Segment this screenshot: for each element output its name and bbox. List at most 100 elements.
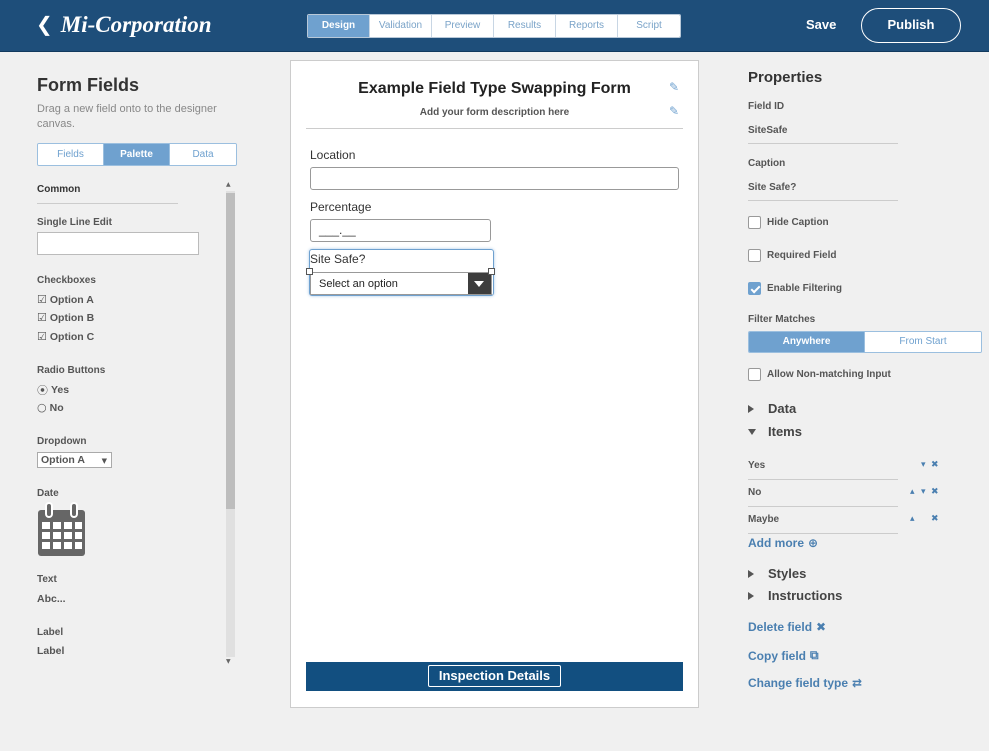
checked-box-icon: ☑ <box>37 293 47 306</box>
hide-caption-checkbox[interactable]: Hide Caption <box>748 216 829 229</box>
calendar-icon[interactable] <box>37 502 86 557</box>
delete-item-icon[interactable]: ✖ <box>931 487 939 497</box>
radio-selected-icon: ⦿ <box>37 384 48 397</box>
palette-label-label[interactable]: Label <box>37 627 63 638</box>
move-down-icon[interactable]: ▾ <box>921 460 926 470</box>
caption-label: Caption <box>748 158 786 169</box>
move-up-icon[interactable]: ▴ <box>910 487 915 497</box>
plus-circle-icon: ⊕ <box>808 536 819 550</box>
tab-script[interactable]: Script <box>618 15 680 37</box>
tab-reports[interactable]: Reports <box>556 15 618 37</box>
close-icon: ✖ <box>816 620 827 634</box>
chevron-left-icon: ❮ <box>36 12 53 36</box>
form-description[interactable]: Add your form description here <box>291 107 698 118</box>
scroll-up-icon[interactable]: ▲ <box>226 181 231 188</box>
palette-label-sample: Label <box>37 645 65 657</box>
edit-description-pencil-icon[interactable]: ✎ <box>669 104 679 118</box>
section-styles-toggle[interactable]: Styles <box>748 566 806 581</box>
inspection-details-button[interactable]: Inspection Details <box>428 665 561 687</box>
add-more-link[interactable]: Add more ⊕ <box>748 536 818 550</box>
enable-filtering-checkbox[interactable]: Enable Filtering <box>748 282 842 295</box>
panel-title: Form Fields <box>37 75 140 95</box>
filter-match-toggle: Anywhere From Start <box>748 331 982 353</box>
scroll-down-icon[interactable]: ▼ <box>226 658 231 665</box>
tab-validation[interactable]: Validation <box>370 15 432 37</box>
move-up-icon[interactable]: ▴ <box>910 514 915 524</box>
palette-single-line-field[interactable] <box>37 232 199 255</box>
list-item[interactable]: Maybe ▴ ✖ <box>748 514 943 528</box>
section-items-toggle[interactable]: Items <box>748 424 802 439</box>
delete-field-link[interactable]: Delete field ✖ <box>748 620 826 634</box>
allow-nonmatching-checkbox[interactable]: Allow Non-matching Input <box>748 368 891 381</box>
field-id-input[interactable]: SiteSafe <box>748 125 787 136</box>
required-field-checkbox[interactable]: Required Field <box>748 249 836 262</box>
section-data-toggle[interactable]: Data <box>748 401 796 416</box>
form-title[interactable]: Example Field Type Swapping Form <box>291 80 698 98</box>
site-safe-dropdown[interactable]: Select an option <box>310 272 492 295</box>
checkbox-box[interactable] <box>748 216 761 229</box>
tab-preview[interactable]: Preview <box>432 15 494 37</box>
properties-panel: Properties Field ID SiteSafe Caption Sit… <box>748 53 989 751</box>
palette-radio-option[interactable]: ○ No <box>37 401 64 414</box>
caret-right-icon <box>748 591 754 600</box>
swap-arrows-icon: ⇄ <box>852 676 863 690</box>
properties-title: Properties <box>748 69 823 86</box>
section-instructions-toggle[interactable]: Instructions <box>748 588 842 603</box>
filter-anywhere-button[interactable]: Anywhere <box>749 332 865 352</box>
location-input[interactable] <box>310 167 679 190</box>
item-underline <box>748 506 898 507</box>
percentage-label: Percentage <box>310 200 372 214</box>
palette-group-common: Common <box>37 184 81 195</box>
resize-handle[interactable] <box>306 268 313 275</box>
palette-dropdown-field[interactable]: Option A ▼ <box>37 452 112 468</box>
checkbox-box[interactable] <box>748 368 761 381</box>
copy-field-link[interactable]: Copy field ⧉ <box>748 648 819 663</box>
palette-radio-label[interactable]: Radio Buttons <box>37 365 105 376</box>
back-to-home-link[interactable]: ❮ Mi-Corporation <box>36 12 212 38</box>
scroll-thumb[interactable] <box>226 193 235 509</box>
caret-right-icon <box>748 569 754 578</box>
delete-item-icon[interactable]: ✖ <box>931 514 939 524</box>
input-underline <box>748 143 898 144</box>
resize-handle[interactable] <box>488 268 495 275</box>
list-item[interactable]: Yes ▾ ✖ <box>748 460 943 474</box>
checkmark-icon[interactable] <box>748 282 761 295</box>
tab-palette[interactable]: Palette <box>104 144 170 165</box>
save-button[interactable]: Save <box>806 17 836 32</box>
tab-fields[interactable]: Fields <box>38 144 104 165</box>
caret-down-icon: ▼ <box>101 457 107 465</box>
checkbox-box[interactable] <box>748 249 761 262</box>
palette-single-line-label[interactable]: Single Line Edit <box>37 217 112 228</box>
divider <box>37 203 178 204</box>
item-underline <box>748 479 898 480</box>
palette-text-label[interactable]: Text <box>37 574 57 585</box>
palette-scrollbar[interactable]: ▲ ▼ <box>225 181 235 668</box>
palette-dropdown-label[interactable]: Dropdown <box>37 436 86 447</box>
location-label: Location <box>310 148 356 162</box>
site-safe-label: Site Safe? <box>310 252 366 266</box>
edit-title-pencil-icon[interactable]: ✎ <box>669 80 679 94</box>
palette-date-label[interactable]: Date <box>37 488 59 499</box>
caret-down-icon[interactable] <box>468 273 491 294</box>
filter-from-start-button[interactable]: From Start <box>865 332 981 352</box>
publish-button[interactable]: Publish <box>861 8 961 43</box>
top-bar: ❮ Mi-Corporation Design Validation Previ… <box>0 0 989 52</box>
palette-checkbox-option[interactable]: ☑ Option A <box>37 293 94 306</box>
percentage-input[interactable]: ___.__ <box>310 219 491 242</box>
palette-radio-option[interactable]: ⦿ Yes <box>37 382 69 398</box>
caption-input[interactable]: Site Safe? <box>748 182 796 193</box>
delete-item-icon[interactable]: ✖ <box>931 460 939 470</box>
list-item[interactable]: No ▴ ▾ ✖ <box>748 487 943 501</box>
palette-checkbox-option[interactable]: ☑ Option B <box>37 311 94 324</box>
tab-results[interactable]: Results <box>494 15 556 37</box>
caret-right-icon <box>748 404 754 413</box>
tab-design[interactable]: Design <box>308 15 370 37</box>
mode-tabs: Design Validation Preview Results Report… <box>307 14 681 38</box>
palette-checkbox-option[interactable]: ☑ Option C <box>37 330 94 343</box>
move-down-icon[interactable]: ▾ <box>921 487 926 497</box>
designer-canvas[interactable]: Example Field Type Swapping Form ✎ Add y… <box>290 60 699 708</box>
radio-empty-icon: ○ <box>37 401 47 414</box>
change-field-type-link[interactable]: Change field type ⇄ <box>748 676 862 690</box>
palette-checkboxes-label[interactable]: Checkboxes <box>37 275 96 286</box>
tab-data[interactable]: Data <box>170 144 236 165</box>
